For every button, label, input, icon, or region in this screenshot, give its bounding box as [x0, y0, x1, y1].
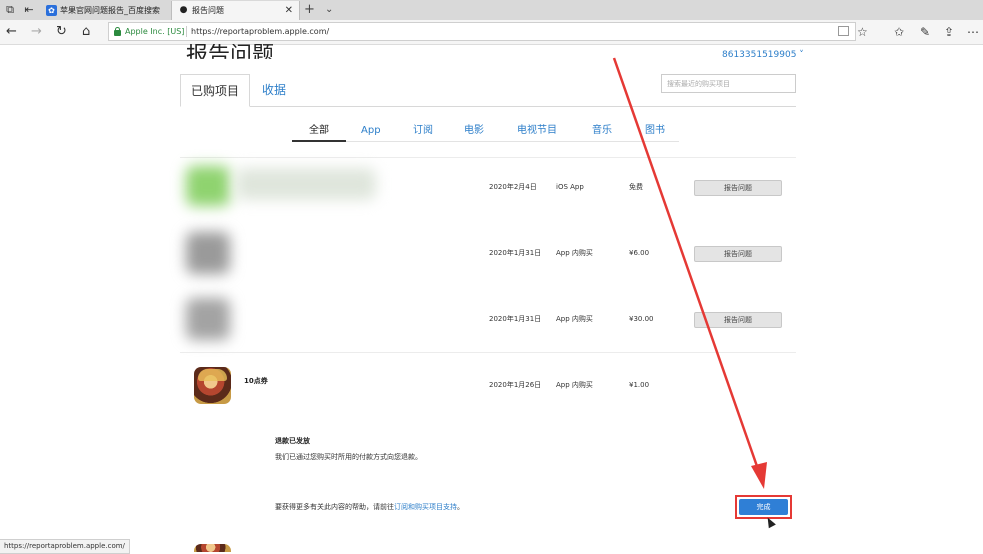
purchase-type: App 内购买 — [556, 315, 593, 323]
purchase-price: ¥6.00 — [629, 249, 650, 257]
filter-tv[interactable]: 电视节目 — [517, 124, 557, 138]
divider — [180, 352, 796, 353]
divider — [180, 157, 796, 158]
more-icon[interactable]: ⋯ — [967, 25, 979, 39]
purchase-date: 2020年1月31日 — [489, 315, 542, 323]
active-filter-indicator — [292, 140, 346, 142]
divider — [186, 26, 187, 37]
browser-tab-report[interactable]: ● 报告问题 ✕ — [171, 1, 300, 20]
reading-view-icon[interactable] — [838, 26, 849, 36]
done-button[interactable]: 完成 — [739, 499, 788, 515]
divider — [292, 141, 679, 142]
app-icon-blurred — [186, 166, 230, 206]
back-icon[interactable]: ← — [6, 24, 17, 40]
annotation-arrow — [612, 57, 767, 489]
page-title: 报告问题 — [186, 43, 275, 68]
tab-bar: ⧉ ⇤ ✿ 苹果官网问题报告_百度搜索 ● 报告问题 ✕ + ⌄ — [0, 0, 983, 20]
report-problem-button[interactable]: 报告问题 — [694, 180, 782, 196]
app-name-blurred — [236, 168, 376, 200]
filter-books[interactable]: 图书 — [645, 124, 665, 138]
site-identity[interactable]: Apple Inc. [US] — [125, 23, 184, 40]
address-bar[interactable]: Apple Inc. [US] https://reportaproblem.a… — [108, 22, 856, 41]
close-tab-icon[interactable]: ✕ — [285, 1, 293, 20]
item-name: 10点券 — [244, 377, 268, 385]
filter-all[interactable]: 全部 — [309, 124, 329, 138]
purchase-date: 2020年1月26日 — [489, 381, 542, 389]
baidu-paw-icon: ✿ — [46, 5, 57, 16]
home-icon[interactable]: ⌂ — [82, 24, 90, 40]
account-menu[interactable]: 8613351519905 ˅ — [722, 50, 804, 60]
lock-icon — [114, 27, 121, 36]
refund-status-title: 退款已发放 — [275, 437, 310, 445]
favorites-list-icon[interactable]: ✩ — [894, 25, 904, 39]
tab-purchases[interactable]: 已购项目 — [180, 74, 250, 107]
help-suffix: 。 — [457, 503, 464, 511]
tab-receipts[interactable]: 收据 — [262, 74, 286, 107]
filter-subscriptions[interactable]: 订阅 — [413, 124, 433, 138]
tab-actions-icon[interactable]: ⧉ — [3, 3, 17, 17]
chevron-down-icon[interactable]: ⌄ — [325, 1, 333, 19]
filter-app[interactable]: App — [361, 124, 381, 138]
tab-label: 报告问题 — [192, 6, 224, 15]
browser-tab-baidu[interactable]: ✿ 苹果官网问题报告_百度搜索 — [40, 1, 170, 20]
search-purchases-input[interactable] — [661, 74, 796, 93]
report-problem-button[interactable]: 报告问题 — [694, 312, 782, 328]
purchase-type: App 内购买 — [556, 381, 593, 389]
app-icon-blurred — [186, 298, 230, 340]
filter-music[interactable]: 音乐 — [592, 124, 612, 138]
refund-status-description: 我们已通过您购买时所用的付款方式向您退款。 — [275, 453, 422, 461]
refresh-icon[interactable]: ↻ — [56, 24, 67, 40]
tab-back-icon[interactable]: ⇤ — [22, 3, 36, 17]
purchase-type: App 内购买 — [556, 249, 593, 257]
app-icon — [194, 544, 231, 552]
purchase-price: ¥30.00 — [629, 315, 654, 323]
forward-icon[interactable]: → — [31, 24, 42, 40]
purchase-price: ¥1.00 — [629, 381, 650, 389]
purchase-date: 2020年2月4日 — [489, 183, 537, 191]
purchase-price: 免费 — [629, 183, 643, 191]
help-prefix: 要获得更多有关此内容的帮助，请前往 — [275, 503, 394, 511]
help-text: 要获得更多有关此内容的帮助，请前往订阅和购买项目支持。 — [275, 502, 464, 512]
purchase-date: 2020年1月31日 — [489, 249, 542, 257]
purchase-type: iOS App — [556, 183, 584, 191]
apple-icon: ● — [179, 5, 188, 15]
url-text[interactable]: https://reportaproblem.apple.com/ — [191, 23, 329, 40]
filter-movies[interactable]: 电影 — [464, 124, 484, 138]
new-tab-icon[interactable]: + — [304, 1, 315, 19]
share-icon[interactable]: ⇪ — [944, 25, 954, 39]
support-link[interactable]: 订阅和购买项目支持 — [394, 503, 457, 511]
address-toolbar: ← → ↻ ⌂ Apple Inc. [US] https://reportap… — [0, 20, 983, 45]
app-icon — [194, 367, 231, 404]
pen-icon[interactable]: ✎ — [920, 25, 930, 39]
favorite-star-icon[interactable]: ☆ — [857, 25, 868, 39]
report-problem-button[interactable]: 报告问题 — [694, 246, 782, 262]
app-icon-blurred — [186, 232, 230, 274]
tab-label: 苹果官网问题报告_百度搜索 — [60, 6, 160, 15]
